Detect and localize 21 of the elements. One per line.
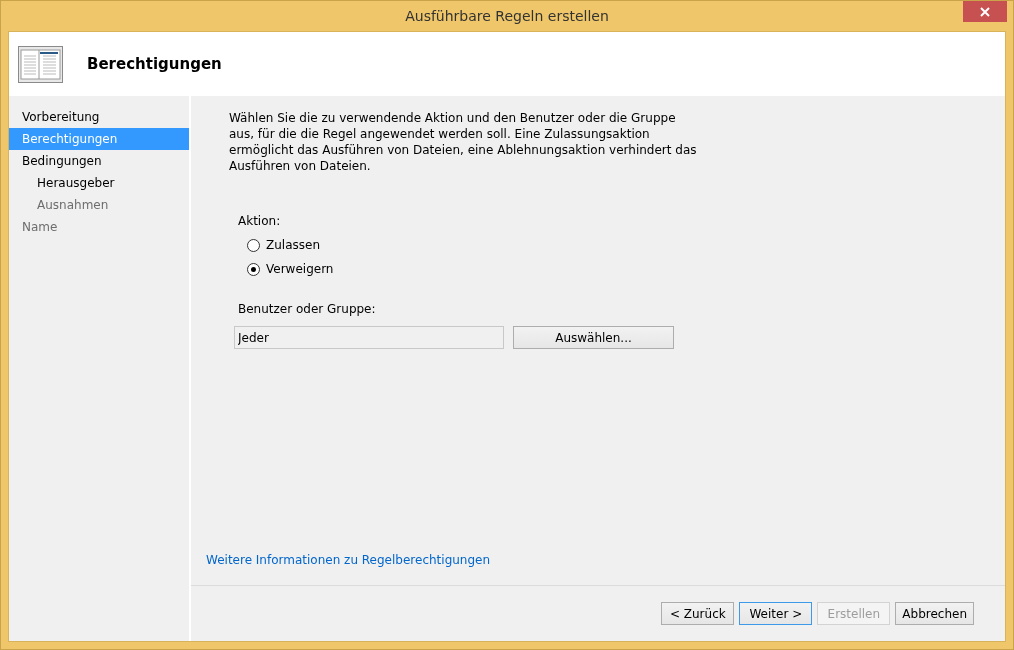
wizard-button[interactable]: Abbrechen bbox=[895, 602, 974, 625]
radio-option[interactable]: Verweigern bbox=[247, 262, 989, 276]
action-label: Aktion: bbox=[238, 214, 282, 228]
window-panes-icon bbox=[18, 45, 63, 83]
more-info-link[interactable]: Weitere Informationen zu Regelberechtigungen bbox=[206, 553, 491, 567]
radio-button[interactable] bbox=[247, 238, 260, 252]
page-heading: Berechtigungen bbox=[87, 55, 222, 73]
wizard-button[interactable]: < Zurück bbox=[661, 602, 735, 625]
step-item[interactable]: Herausgeber bbox=[9, 172, 189, 194]
user-group-field[interactable]: Jeder bbox=[234, 326, 504, 349]
radio-option[interactable]: Zulassen bbox=[247, 238, 989, 252]
select-button[interactable]: Auswählen... bbox=[513, 326, 674, 349]
user-group-label: Benutzer oder Gruppe: bbox=[238, 302, 377, 316]
wizard-button[interactable]: Weiter > bbox=[739, 602, 813, 625]
radio-button[interactable] bbox=[247, 262, 260, 276]
step-item[interactable]: Bedingungen bbox=[9, 150, 189, 172]
close-button[interactable] bbox=[963, 1, 1007, 22]
description-text: Wählen Sie die zu verwendende Aktion und den Benutzer oder die Gruppe aus, für die die Regel angewendet werden soll. Eine Zulassungsaktion ermöglicht das Ausführen von Dateien, eine Ablehnungsaktion verhindert das Ausführen von Dateien. bbox=[229, 110, 698, 174]
step-item[interactable]: Vorbereitung bbox=[9, 106, 189, 128]
window-title: Ausführbare Regeln erstellen bbox=[405, 8, 609, 24]
close-icon bbox=[980, 6, 990, 17]
